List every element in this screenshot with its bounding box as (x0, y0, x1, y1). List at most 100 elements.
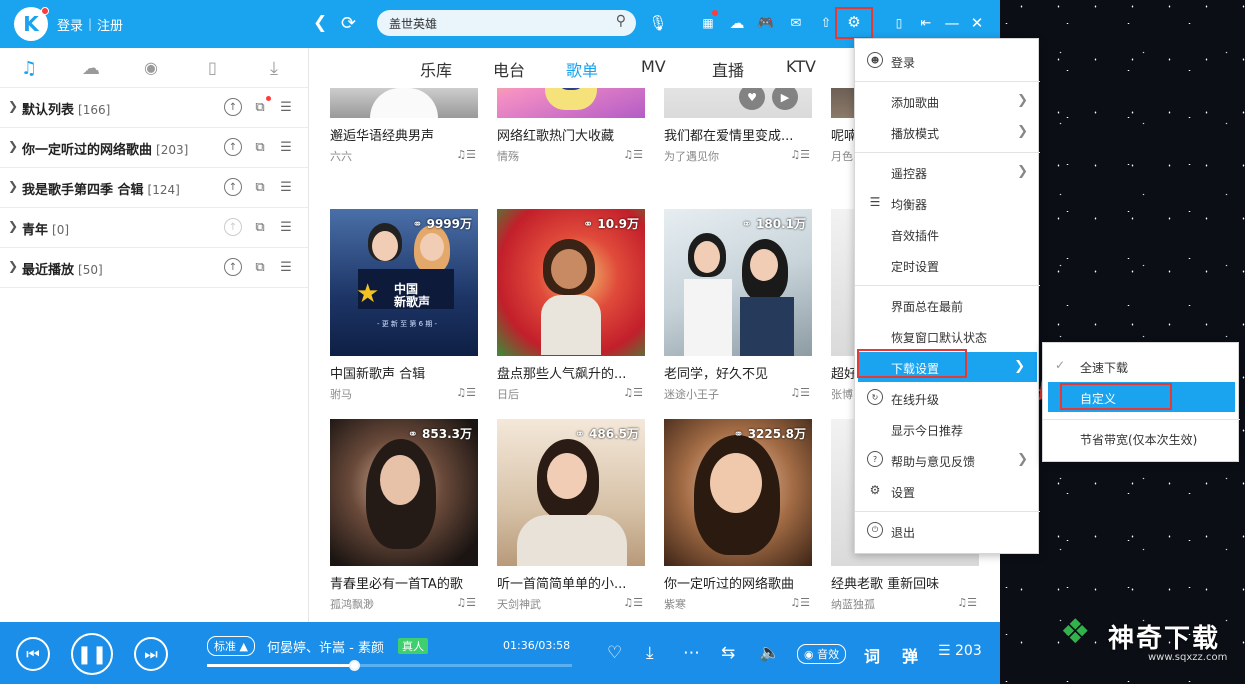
add-to-list-icon[interactable]: ♫☰ (623, 148, 643, 161)
volume-icon[interactable]: 🔈 (759, 643, 780, 663)
search-icon[interactable]: ⚲ (616, 13, 626, 29)
playlist-card[interactable]: ⚭ 3225.8万 你一定听过的网络歌曲 紫寒 ♫☰ (664, 419, 812, 612)
menu-item-timer[interactable]: 定时设置 (855, 250, 1040, 280)
progress-knob[interactable] (349, 660, 361, 671)
add-to-list-icon[interactable]: ♫☰ (790, 596, 810, 609)
share-icon[interactable]: ⧉ (251, 218, 269, 236)
tab-ktv[interactable]: KTV (786, 57, 816, 76)
gear-icon[interactable]: ⚙ (843, 11, 865, 33)
add-to-list-icon[interactable]: ♫☰ (456, 596, 476, 609)
menu-item-play-mode[interactable]: 播放模式 ❯ (855, 117, 1040, 147)
playlist-title[interactable]: 中国新歌声 合辑 (330, 363, 478, 382)
menu-icon[interactable]: ☰ (277, 218, 295, 236)
playlist-card[interactable]: 邂逅华语经典男声 六六 ♫☰ (330, 88, 478, 164)
playlist-item[interactable]: ❯ 我是歌手第四季 合辑 [124] ↑ ⧉ ☰ (0, 168, 308, 208)
playlist-item[interactable]: ❯ 你一定听过的网络歌曲 [203] ↑ ⧉ ☰ (0, 128, 308, 168)
upload-icon[interactable]: ↑ (224, 178, 242, 196)
lyrics-button[interactable]: 词 (864, 643, 880, 667)
add-to-list-icon[interactable]: ♫☰ (790, 148, 810, 161)
menu-item-exit[interactable]: ⏻ 退出 (855, 516, 1040, 546)
menu-item-daily-recommend[interactable]: 显示今日推荐 (855, 414, 1040, 444)
menu-item-equalizer[interactable]: ☰ 均衡器 (855, 188, 1040, 218)
menu-item-settings[interactable]: ⚙ 设置 (855, 476, 1040, 506)
play-icon[interactable]: ▶ (772, 88, 798, 110)
kugou-logo[interactable]: K (14, 7, 49, 41)
upload-icon[interactable]: ↑ (224, 258, 242, 276)
quality-selector[interactable]: 标准 ▲ (207, 636, 255, 656)
chevron-right-icon[interactable]: ❯ (8, 259, 18, 273)
tab-playlists[interactable]: 歌单 (566, 57, 598, 81)
menu-item-help[interactable]: ? 帮助与意见反馈 ❯ (855, 445, 1040, 475)
playlist-title[interactable]: 邂逅华语经典男声 (330, 125, 478, 144)
device-icon[interactable]: ▯ (208, 58, 217, 77)
chevron-right-icon[interactable]: ❯ (8, 179, 18, 193)
playlist-title[interactable]: 你一定听过的网络歌曲 (664, 573, 812, 592)
upload-icon[interactable]: ↑ (224, 218, 242, 236)
minimize-icon[interactable]: — (941, 12, 963, 34)
playlist-title[interactable]: 经典老歌 重新回味 (831, 573, 979, 592)
danmu-button[interactable]: 弹 (902, 643, 918, 667)
share-icon[interactable]: ⧉ (251, 258, 269, 276)
tab-library[interactable]: 乐库 (420, 57, 452, 81)
gamepad-icon[interactable]: 🎮 (755, 12, 777, 34)
cover-image[interactable]: ♥ ▶ (664, 88, 812, 118)
radio-icon[interactable]: ◉ (144, 58, 158, 77)
menu-item-restore-window[interactable]: 恢复窗口默认状态 (855, 321, 1040, 351)
tab-mv[interactable]: MV (641, 57, 666, 76)
sound-effect-button[interactable]: ◉ 音效 (797, 644, 847, 664)
playlist-card[interactable]: 网络红歌热门大收藏 情殇 ♫☰ (497, 88, 645, 164)
playlist-item[interactable]: ❯ 默认列表 [166] ↑ ⧉ ☰ (0, 88, 308, 128)
playlist-card[interactable]: ♥ ▶ 我们都在爱情里变成... 为了遇见你 ♫☰ (664, 88, 812, 164)
collapse-icon[interactable]: ⇤ (915, 12, 937, 34)
menu-item-always-on-top[interactable]: 界面总在最前 (855, 290, 1040, 320)
cloud-icon[interactable]: ☁ (726, 12, 748, 34)
search-input[interactable]: 盖世英雄 ⚲ (377, 10, 636, 36)
mail-icon[interactable]: ✉ (785, 12, 807, 34)
cover-image[interactable]: ⚭ 486.5万 (497, 419, 645, 566)
mini-mode-icon[interactable]: ▯ (888, 12, 910, 34)
playlist-card[interactable]: ⚭ 853.3万 青春里必有一首TA的歌 孤鸿飘渺 ♫☰ (330, 419, 478, 612)
add-to-list-icon[interactable]: ♫☰ (456, 148, 476, 161)
playlist-title[interactable]: 听一首简简单单的小... (497, 573, 645, 592)
upload-icon[interactable]: ↑ (224, 138, 242, 156)
menu-icon[interactable]: ☰ (277, 178, 295, 196)
cover-image[interactable] (330, 88, 478, 118)
next-icon[interactable]: ⏭ (134, 637, 168, 671)
chevron-right-icon[interactable]: ❯ (8, 139, 18, 153)
add-to-list-icon[interactable]: ♫☰ (957, 596, 977, 609)
playlist-item[interactable]: ❯ 青年 [0] ↑ ⧉ ☰ (0, 208, 308, 248)
cover-image[interactable]: ⚭ 853.3万 (330, 419, 478, 566)
menu-icon[interactable]: ☰ (277, 258, 295, 276)
cover-image[interactable]: ⚭ 180.1万 (664, 209, 812, 356)
playlist-card[interactable]: ⚭ 180.1万 老同学，好久不见 迷途小王子 ♫☰ (664, 209, 812, 402)
microphone-icon[interactable]: 🎙 (647, 12, 669, 34)
chevron-right-icon[interactable]: ❯ (8, 219, 18, 233)
repeat-icon[interactable]: ⇆ (721, 643, 735, 663)
tab-live[interactable]: 直播 (712, 57, 744, 81)
cover-image[interactable] (497, 88, 645, 118)
playlist-card[interactable]: ★ 中国 新歌声 - 更 新 至 第 6 期 - ⚭ 9999万 中国新歌声 合辑… (330, 209, 478, 402)
menu-item-sound-plugin[interactable]: 音效插件 (855, 219, 1040, 249)
pause-icon[interactable]: ❚❚ (71, 633, 113, 675)
playlist-title[interactable]: 青春里必有一首TA的歌 (330, 573, 478, 592)
menu-item-login[interactable]: ☻ 登录 (855, 46, 1040, 76)
menu-item-online-upgrade[interactable]: ↻ 在线升级 (855, 383, 1040, 413)
playlist-card[interactable]: ⚭ 486.5万 听一首简简单单的小... 天剑神武 ♫☰ (497, 419, 645, 612)
submenu-item-full-speed[interactable]: ✓ 全速下载 (1043, 351, 1240, 381)
menu-item-remote[interactable]: 遥控器 ❯ (855, 157, 1040, 187)
heart-icon[interactable]: ♡ (607, 643, 622, 663)
playlist-item[interactable]: ❯ 最近播放 [50] ↑ ⧉ ☰ (0, 248, 308, 288)
close-icon[interactable]: ✕ (966, 12, 988, 34)
add-to-list-icon[interactable]: ♫☰ (623, 596, 643, 609)
back-icon[interactable]: ❮ (313, 13, 327, 33)
playlist-queue-button[interactable]: ☰ 203 (938, 643, 982, 659)
refresh-icon[interactable]: ⟳ (341, 13, 356, 34)
upload-icon[interactable]: ↑ (224, 98, 242, 116)
cloud-icon[interactable]: ☁ (82, 58, 100, 79)
share-icon[interactable]: ⧉ (251, 178, 269, 196)
download-icon[interactable]: ⤓ (270, 58, 278, 79)
cover-image[interactable]: ⚭ 3225.8万 (664, 419, 812, 566)
cover-image[interactable]: ★ 中国 新歌声 - 更 新 至 第 6 期 - ⚭ 9999万 (330, 209, 478, 356)
share-icon[interactable]: ⧉ (251, 138, 269, 156)
like-icon[interactable]: ♥ (739, 88, 765, 110)
